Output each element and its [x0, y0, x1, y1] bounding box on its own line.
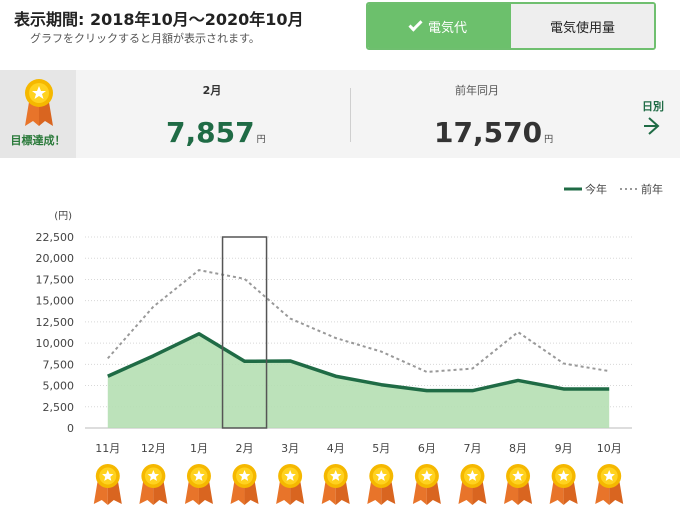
prev-cost-value: 17,570 [434, 116, 543, 149]
x-tick-label: 4月 [327, 442, 345, 455]
legend-label-this-year: 今年 [585, 182, 607, 196]
x-tick-label: 9月 [555, 442, 573, 455]
monthly-cost-chart[interactable]: 0 2,500 5,000 7,500 10,000 12,500 15,000 17,500… [0, 172, 680, 512]
y-tick-label: 5,000 [43, 380, 75, 393]
chevron-right-icon [644, 117, 660, 135]
x-tick-label: 8月 [509, 442, 527, 455]
x-tick-label: 7月 [463, 442, 481, 455]
prev-year-cost: 17,570 円 [434, 116, 553, 149]
period-title: 表示期間: 2018年10月〜2020年10月 [14, 10, 304, 29]
y-tick-label: 20,000 [36, 252, 75, 265]
daily-view-label: 日別 [642, 100, 664, 113]
toggle-usage-button[interactable]: 電気使用量 [511, 4, 654, 48]
display-mode-toggle: 電気代 電気使用量 [366, 2, 656, 50]
legend-label-last-year: 前年 [641, 182, 663, 196]
toggle-cost-button[interactable]: 電気代 [368, 4, 511, 48]
current-cost-unit: 円 [256, 135, 266, 145]
x-tick-label: 5月 [372, 442, 390, 455]
x-tick-label: 1月 [190, 442, 208, 455]
toggle-cost-label: 電気代 [427, 20, 467, 36]
x-tick-label: 11月 [95, 442, 120, 455]
current-month-cost: 7,857 円 [166, 116, 266, 149]
prev-cost-unit: 円 [544, 135, 554, 145]
x-tick-label: 3月 [281, 442, 299, 455]
y-tick-label: 2,500 [43, 401, 75, 414]
prev-year-label: 前年同月 [455, 84, 499, 97]
y-tick-label: 17,500 [36, 273, 75, 286]
x-tick-label: 6月 [418, 442, 436, 455]
y-tick-label: 15,000 [36, 295, 75, 308]
toggle-usage-label: 電気使用量 [549, 20, 615, 36]
y-tick-label: 0 [67, 422, 74, 435]
current-cost-value: 7,857 [166, 116, 255, 149]
y-tick-label: 12,500 [36, 316, 75, 329]
current-month-label: 2月 [202, 84, 222, 97]
y-tick-label: 22,500 [36, 231, 75, 244]
summary-panel: 目標達成！ 2月 7,857 円 前年同月 17,570 円 日別 [0, 70, 680, 158]
chart-container[interactable]: 0 2,500 5,000 7,500 10,000 12,500 15,000 17,500… [0, 172, 680, 512]
x-tick-label: 2月 [236, 442, 254, 455]
check-icon [408, 16, 423, 32]
y-unit-label: (円) [54, 211, 72, 222]
x-tick-label: 12月 [141, 442, 166, 455]
daily-view-link[interactable]: 日別 [636, 98, 670, 136]
summary-divider [350, 88, 351, 142]
achievement-badge: 目標達成！ [0, 70, 76, 158]
x-tick-label: 10月 [597, 442, 622, 455]
y-tick-label: 7,500 [43, 358, 75, 371]
medal-icon [25, 79, 53, 126]
y-tick-label: 10,000 [36, 337, 75, 350]
chart-instruction: グラフをクリックすると月額が表示されます。 [30, 32, 260, 45]
achievement-label: 目標達成！ [10, 134, 66, 147]
